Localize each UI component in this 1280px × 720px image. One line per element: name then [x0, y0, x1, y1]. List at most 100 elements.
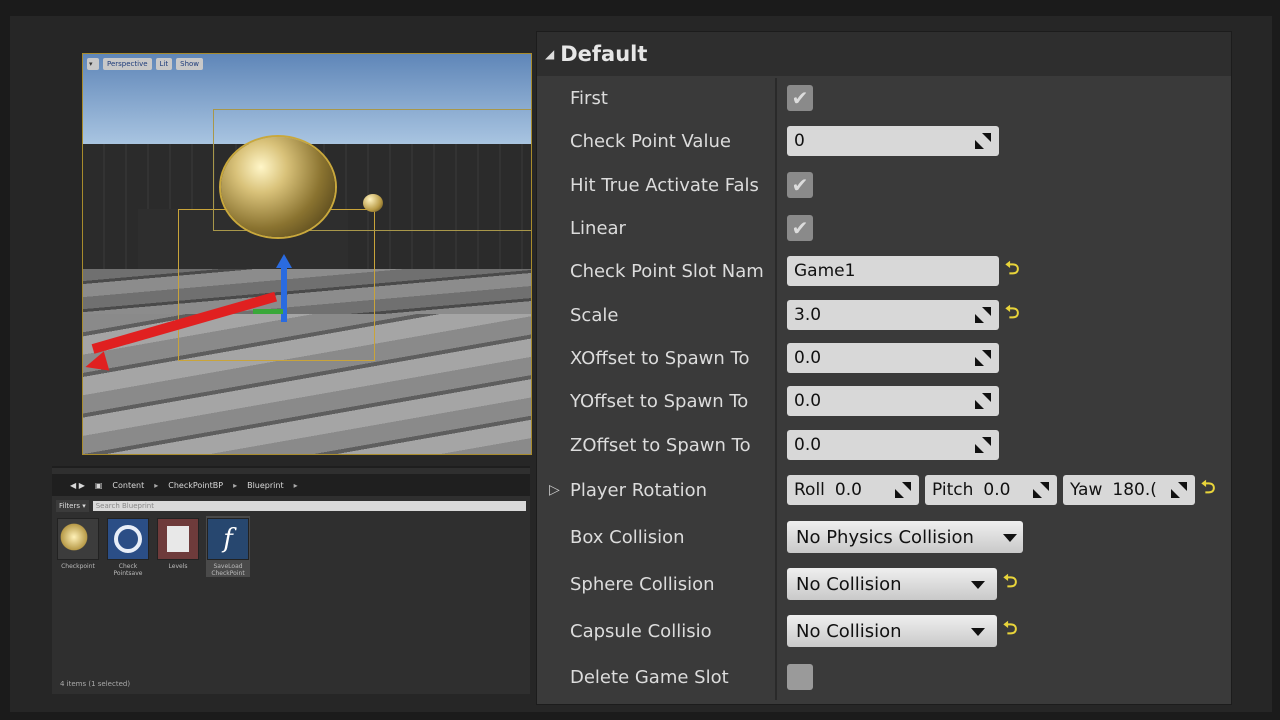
- row-capsule-collision: Capsule Collisio No Collision ⮌: [537, 611, 1231, 651]
- pitch-label: Pitch: [932, 480, 974, 500]
- show-button[interactable]: Show: [176, 58, 204, 70]
- row-scale: Scale 3.0 ⮌: [537, 295, 1231, 335]
- asset-label: SaveLoad CheckPoint: [211, 563, 245, 577]
- numbox-value: 0.0: [794, 435, 822, 455]
- prop-label-hit-true: Hit True Activate Fals: [570, 174, 759, 196]
- scale-input[interactable]: 3.0: [787, 300, 999, 330]
- row-z-offset: ZOffset to Spawn To 0.0: [537, 425, 1231, 465]
- check-icon: ✔: [791, 173, 809, 197]
- yaw-value: 180.(: [1112, 480, 1157, 500]
- roll-value: 0.0: [834, 480, 862, 500]
- numbox-value: 3.0: [794, 305, 822, 325]
- spin-arrows-icon: [975, 437, 991, 453]
- gizmo-z-arrow-head[interactable]: [276, 254, 292, 268]
- collapse-triangle-icon[interactable]: ◢: [545, 47, 554, 61]
- box-collision-dropdown[interactable]: No Physics Collision: [787, 521, 1023, 553]
- chevron-down-icon: [971, 581, 985, 589]
- prop-label-linear: Linear: [570, 217, 626, 239]
- prop-label-sphere-collision: Sphere Collision: [570, 573, 715, 595]
- numbox-value: 0.0: [794, 348, 822, 368]
- prop-label-box-collision: Box Collision: [570, 526, 685, 548]
- prop-label-scale: Scale: [570, 304, 619, 326]
- capsule-collision-dropdown[interactable]: No Collision: [787, 615, 997, 647]
- lit-button[interactable]: Lit: [155, 58, 173, 70]
- filter-bar: Filters ▾ Search Blueprint: [56, 500, 526, 512]
- category-header[interactable]: ◢ Default: [537, 32, 1231, 76]
- content-browser: ◀ ▶ ▣ Content ▸ CheckPointBP ▸ Blueprint…: [52, 466, 530, 694]
- perspective-button[interactable]: Perspective: [103, 58, 152, 70]
- row-box-collision: Box Collision No Physics Collision: [537, 517, 1231, 557]
- prop-label-first: First: [570, 87, 608, 109]
- checkpoint-sphere[interactable]: [221, 137, 335, 237]
- row-check-point-value: Check Point Value 0: [537, 121, 1231, 161]
- x-offset-input[interactable]: 0.0: [787, 343, 999, 373]
- reset-arrow-icon[interactable]: ⮌: [1201, 475, 1217, 505]
- chevron-down-icon: [971, 628, 985, 636]
- reset-arrow-icon[interactable]: ⮌: [1005, 300, 1021, 330]
- roll-label: Roll: [794, 480, 825, 500]
- asset-tile[interactable]: Check Pointsave: [106, 516, 150, 577]
- y-offset-input[interactable]: 0.0: [787, 386, 999, 416]
- breadcrumb-separator: ▸: [154, 480, 159, 490]
- row-first: First ✔: [537, 78, 1231, 118]
- first-checkbox[interactable]: ✔: [787, 85, 813, 111]
- sphere-collision-dropdown[interactable]: No Collision: [787, 568, 997, 600]
- numbox-value: 0: [794, 131, 805, 151]
- asset-tile[interactable]: Checkpoint: [56, 516, 100, 577]
- row-linear: Linear ✔: [537, 208, 1231, 248]
- roll-input[interactable]: Roll 0.0: [787, 475, 919, 505]
- check-icon: ✔: [791, 216, 809, 240]
- slot-name-input[interactable]: Game1: [787, 256, 999, 286]
- expand-triangle-icon[interactable]: ▷: [549, 482, 560, 498]
- breadcrumb-separator: ▸: [233, 480, 238, 490]
- yaw-input[interactable]: Yaw 180.(: [1063, 475, 1195, 505]
- search-input[interactable]: Search Blueprint: [92, 501, 526, 511]
- spin-arrows-icon: [1033, 482, 1049, 498]
- reset-arrow-icon[interactable]: ⮌: [1003, 569, 1019, 599]
- dropdown-value: No Physics Collision: [796, 526, 974, 548]
- delete-game-slot-checkbox[interactable]: [787, 664, 813, 690]
- spin-arrows-icon: [975, 307, 991, 323]
- reset-arrow-icon[interactable]: ⮌: [1003, 616, 1019, 646]
- asset-label: Check Pointsave: [113, 563, 143, 577]
- row-hit-true-activate: Hit True Activate Fals ✔: [537, 165, 1231, 205]
- item-count: 4 items (1 selected): [60, 680, 131, 688]
- filters-button[interactable]: Filters ▾: [56, 500, 89, 512]
- list-icon: [157, 518, 199, 560]
- spin-arrows-icon: [975, 133, 991, 149]
- spin-arrows-icon: [895, 482, 911, 498]
- spin-arrows-icon: [975, 393, 991, 409]
- golden-sphere-icon: [57, 518, 99, 560]
- prop-label-check-point-value: Check Point Value: [570, 130, 731, 152]
- breadcrumb-blueprint[interactable]: Blueprint: [247, 481, 284, 490]
- check-point-value-input[interactable]: 0: [787, 126, 999, 156]
- row-slot-name: Check Point Slot Nam Game1 ⮌: [537, 251, 1231, 291]
- prop-label-slot-name: Check Point Slot Nam: [570, 260, 764, 282]
- ring-icon: [107, 518, 149, 560]
- level-viewport[interactable]: ▾ Perspective Lit Show: [82, 53, 532, 455]
- breadcrumb-content[interactable]: Content: [112, 481, 144, 490]
- check-icon: ✔: [791, 86, 809, 110]
- row-sphere-collision: Sphere Collision No Collision ⮌: [537, 564, 1231, 604]
- linear-checkbox[interactable]: ✔: [787, 215, 813, 241]
- dropdown-value: No Collision: [796, 620, 902, 642]
- viewport-toolbar: ▾ Perspective Lit Show: [87, 58, 204, 70]
- viewport-options-button[interactable]: ▾: [87, 58, 99, 70]
- gizmo-y-arrow[interactable]: [253, 309, 283, 314]
- asset-tile[interactable]: Levels: [156, 516, 200, 577]
- yaw-label: Yaw: [1070, 480, 1103, 500]
- function-icon: f: [207, 518, 249, 560]
- asset-tile-selected[interactable]: f SaveLoad CheckPoint: [206, 516, 250, 577]
- prop-label-x-offset: XOffset to Spawn To: [570, 347, 750, 369]
- prop-label-y-offset: YOffset to Spawn To: [570, 390, 749, 412]
- pitch-input[interactable]: Pitch 0.0: [925, 475, 1057, 505]
- breadcrumb-separator: ▸: [293, 480, 298, 490]
- back-arrow-icon[interactable]: ◀ ▶: [70, 481, 85, 490]
- prop-label-z-offset: ZOffset to Spawn To: [570, 434, 751, 456]
- z-offset-input[interactable]: 0.0: [787, 430, 999, 460]
- hit-true-checkbox[interactable]: ✔: [787, 172, 813, 198]
- checkpoint-sphere-far[interactable]: [363, 194, 383, 212]
- reset-arrow-icon[interactable]: ⮌: [1005, 256, 1021, 286]
- row-player-rotation: ▷ Player Rotation Roll 0.0 Pitch 0.0 Yaw…: [537, 470, 1231, 510]
- breadcrumb-checkpointbp[interactable]: CheckPointBP: [168, 481, 223, 490]
